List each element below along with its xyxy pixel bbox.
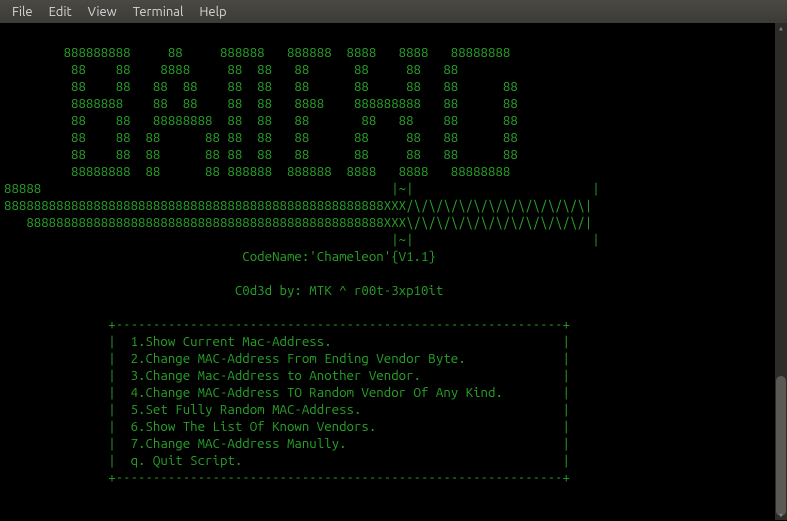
menu-item-6: | 6.Show The List Of Known Vendors. | bbox=[4, 419, 570, 434]
banner-line: 88 88 88888888 88 88 88 88 88 88 88 bbox=[4, 113, 518, 128]
menu-item-3: | 3.Change Mac-Address to Another Vendor… bbox=[4, 368, 570, 383]
menubar: File Edit View Terminal Help bbox=[0, 0, 787, 23]
banner-line: 88 88 8888 88 88 88 88 88 88 bbox=[4, 62, 458, 77]
menu-item-4: | 4.Change MAC-Address TO Random Vendor … bbox=[4, 385, 570, 400]
scroll-down-icon[interactable]: ▾ bbox=[775, 510, 787, 520]
menu-help[interactable]: Help bbox=[191, 3, 234, 21]
scrollbar-thumb[interactable] bbox=[776, 376, 786, 516]
terminal-area[interactable]: 888888888 88 888888 888888 8888 8888 888… bbox=[0, 23, 787, 520]
menu-item-1: | 1.Show Current Mac-Address. | bbox=[4, 334, 570, 349]
banner-line: 88 88 88 88 88 88 88 88 88 88 88 bbox=[4, 147, 518, 162]
codedby-line: C0d3d by: MTK ^ r00t-3xp10it bbox=[4, 282, 783, 299]
menu-terminal[interactable]: Terminal bbox=[125, 3, 192, 21]
menu-item-quit: | q. Quit Script. | bbox=[4, 453, 570, 468]
banner-line: 888888888 88 888888 888888 8888 8888 888… bbox=[4, 45, 510, 60]
menu-item-2: | 2.Change MAC-Address From Ending Vendo… bbox=[4, 351, 570, 366]
banner-line: 88 88 88 88 88 88 88 88 88 88 88 bbox=[4, 79, 518, 94]
banner-line: 8888888888888888888888888888888888888888… bbox=[4, 198, 592, 213]
banner-line: 8888888888888888888888888888888888888888… bbox=[4, 215, 592, 230]
banner-line: 88 88 88 88 88 88 88 88 88 88 88 bbox=[4, 130, 518, 145]
menu-border-bottom: +---------------------------------------… bbox=[4, 470, 570, 485]
menu-view[interactable]: View bbox=[80, 3, 125, 21]
menu-border-top: +---------------------------------------… bbox=[4, 317, 570, 332]
banner-line: 8888888 88 88 88 88 8888 888888888 88 88 bbox=[4, 96, 518, 111]
menu-edit[interactable]: Edit bbox=[41, 3, 80, 21]
scrollbar[interactable]: ▴ ▾ bbox=[775, 23, 787, 520]
menu-item-5: | 5.Set Fully Random MAC-Address. | bbox=[4, 402, 570, 417]
menu-item-7: | 7.Change MAC-Address Manully. | bbox=[4, 436, 570, 451]
menu-file[interactable]: File bbox=[4, 3, 41, 21]
banner-line: |~| | bbox=[4, 232, 600, 247]
codename-line: CodeName:'Chameleon'{V1.1} bbox=[4, 248, 783, 265]
banner-line: 88888888 88 88 888888 888888 8888 8888 8… bbox=[4, 164, 510, 179]
scroll-up-icon[interactable]: ▴ bbox=[775, 23, 787, 33]
banner-line: 88888 |~| | bbox=[4, 181, 600, 196]
